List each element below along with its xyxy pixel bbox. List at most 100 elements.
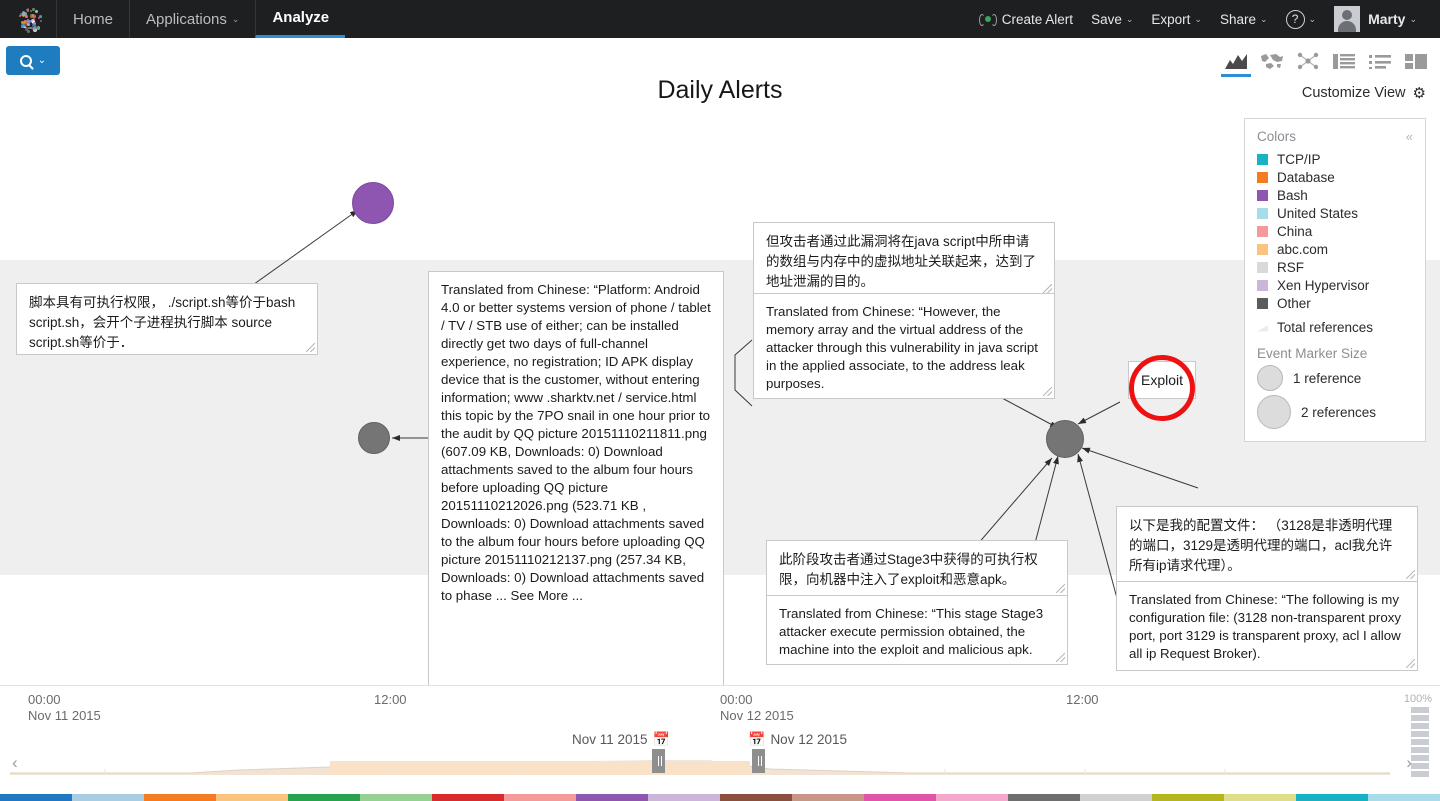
chevron-down-icon: ⌄ [1194, 13, 1202, 24]
legend-row-china[interactable]: China [1257, 222, 1413, 240]
legend-row-label: Xen Hypervisor [1277, 277, 1370, 293]
chevron-down-icon: ⌄ [1409, 13, 1417, 24]
create-alert-button[interactable]: Create Alert [971, 0, 1082, 38]
scrubber-handle-start[interactable] [652, 749, 665, 773]
top-navigation-bar: Home Applications ⌄ Analyze Create Alert… [0, 0, 1440, 38]
zoom-slider[interactable] [1411, 707, 1429, 779]
nav-right-group: Create Alert Save ⌄ Export ⌄ Share ⌄ ? ⌄… [971, 0, 1440, 38]
exploit-highlight-ring [1129, 355, 1195, 421]
customize-view-button[interactable]: Customize View ⚙ [1302, 84, 1426, 102]
list-icon [1333, 53, 1355, 69]
legend-row-label: United States [1277, 205, 1359, 221]
annotation-stage3-cn[interactable]: 此阶段攻击者通过Stage3中获得的可执行权限，向机器中注入了exploit和恶… [766, 540, 1068, 596]
dashboard-icon [1405, 53, 1427, 69]
color-band-segment [576, 794, 648, 801]
annotation-proxy-config-translated[interactable]: Translated from Chinese: “The following … [1116, 581, 1418, 671]
nav-item-home[interactable]: Home [56, 0, 129, 38]
color-band-segment [1080, 794, 1152, 801]
chevron-up-icon[interactable]: « [1406, 129, 1413, 144]
graph-node-other-right[interactable] [1046, 420, 1084, 458]
annotation-text: 以下是我的配置文件： （3128是非透明代理的端口，3129是透明代理的端口，a… [1129, 518, 1393, 573]
legend-total-references-label: Total references [1277, 319, 1374, 335]
annotation-proxy-config-cn[interactable]: 以下是我的配置文件： （3128是非透明代理的端口，3129是透明代理的端口，a… [1116, 506, 1418, 582]
view-mode-compact-list-button[interactable] [1362, 45, 1398, 77]
marker-size-label: 2 references [1301, 404, 1377, 420]
share-menu[interactable]: Share ⌄ [1211, 0, 1277, 38]
avatar [1334, 6, 1361, 32]
tick-time: 00:00 [28, 692, 61, 707]
create-alert-label: Create Alert [1001, 11, 1074, 27]
time-axis-tick: 00:00 Nov 12 2015 [720, 692, 794, 724]
legend-row-bash[interactable]: Bash [1257, 186, 1413, 204]
recorded-future-logo[interactable] [0, 0, 56, 38]
nav-item-home-label: Home [73, 10, 114, 28]
legend-total-references-row[interactable]: Total references [1257, 318, 1413, 336]
annotation-android-platform-translated[interactable]: Translated from Chinese: “Platform: Andr… [428, 271, 724, 685]
tick-date: Nov 12 2015 [720, 708, 794, 723]
alert-broadcast-icon [978, 13, 997, 26]
range-start-label: Nov 11 2015 [572, 732, 648, 747]
tick-date: Nov 11 2015 [28, 708, 101, 723]
nav-item-analyze[interactable]: Analyze [255, 0, 346, 38]
annotation-text: Translated from Chinese: “This stage Sta… [779, 606, 1044, 657]
annotation-stage3-translated[interactable]: Translated from Chinese: “This stage Sta… [766, 595, 1068, 665]
view-mode-network-button[interactable] [1290, 45, 1326, 77]
legend-row-tcp-ip[interactable]: TCP/IP [1257, 150, 1413, 168]
annotation-text: Translated from Chinese: “However, the m… [766, 304, 1038, 391]
save-label: Save [1091, 11, 1122, 27]
color-band-segment [288, 794, 360, 801]
legend-row-abc-com[interactable]: abc.com [1257, 240, 1413, 258]
legend-panel[interactable]: Colors « TCP/IP Database Bash United States… [1244, 118, 1426, 442]
color-band-segment [648, 794, 720, 801]
color-band-segment [936, 794, 1008, 801]
annotation-bash-script-cn[interactable]: 脚本具有可执行权限， ./script.sh等价于bash script.sh，… [16, 283, 318, 355]
view-mode-toolbar [1218, 45, 1434, 77]
legend-row-other[interactable]: Other [1257, 294, 1413, 312]
help-menu[interactable]: ? ⌄ [1277, 0, 1326, 38]
legend-row-rsf[interactable]: RSF [1257, 258, 1413, 276]
color-swatch-icon [1257, 279, 1268, 291]
export-label: Export [1151, 11, 1191, 27]
view-mode-chart-button[interactable] [1218, 45, 1254, 77]
color-band-segment [1008, 794, 1080, 801]
annotation-text: Translated from Chinese: “Platform: Andr… [441, 282, 711, 603]
network-icon [1297, 52, 1319, 70]
color-band-segment [504, 794, 576, 801]
search-button[interactable]: ⌄ [6, 46, 60, 75]
legend-row-label: China [1277, 223, 1313, 239]
scrubber-sparkline [10, 760, 1390, 775]
view-mode-list-button[interactable] [1326, 45, 1362, 77]
legend-row-label: RSF [1277, 259, 1304, 275]
graph-canvas[interactable]: 脚本具有可执行权限， ./script.sh等价于bash script.sh，… [0, 110, 1440, 685]
time-axis-tick: 12:00 [374, 692, 407, 708]
color-band-segment [720, 794, 792, 801]
calendar-icon[interactable]: 📅 [653, 731, 670, 748]
range-end-date[interactable]: 📅 Nov 12 2015 [748, 731, 847, 748]
legend-row-database[interactable]: Database [1257, 168, 1413, 186]
marker-size-row: 1 reference [1257, 365, 1413, 391]
legend-row-united-states[interactable]: United States [1257, 204, 1413, 222]
nav-item-applications[interactable]: Applications ⌄ [129, 0, 255, 38]
chevron-down-icon: ⌄ [1260, 13, 1268, 24]
tick-time: 12:00 [1066, 692, 1099, 707]
annotation-memory-leak-cn[interactable]: 但攻击者通过此漏洞将在java script中所申请的数组与内存中的虚拟地址关联… [753, 222, 1055, 296]
calendar-icon[interactable]: 📅 [748, 731, 765, 748]
color-swatch-icon [1257, 225, 1268, 237]
export-menu[interactable]: Export ⌄ [1142, 0, 1211, 38]
annotation-text: Translated from Chinese: “The following … [1129, 592, 1402, 661]
range-start-date[interactable]: Nov 11 2015 📅 [572, 731, 670, 748]
view-mode-dashboard-button[interactable] [1398, 45, 1434, 77]
tick-time: 12:00 [374, 692, 407, 707]
graph-node-other-left[interactable] [358, 422, 390, 454]
view-mode-map-button[interactable] [1254, 45, 1290, 77]
scrubber-handle-end[interactable] [752, 749, 765, 773]
legend-row-xen-hypervisor[interactable]: Xen Hypervisor [1257, 276, 1413, 294]
graph-node-bash[interactable] [352, 182, 394, 224]
legend-row-label: Other [1277, 295, 1311, 311]
save-menu[interactable]: Save ⌄ [1082, 0, 1142, 38]
marker-size-label: 1 reference [1293, 370, 1362, 386]
time-range-scrubber[interactable]: ‹ › Nov 11 2015 📅 📅 Nov 12 2015 [0, 727, 1440, 777]
annotation-memory-leak-translated[interactable]: Translated from Chinese: “However, the m… [753, 293, 1055, 399]
user-menu[interactable]: Marty ⌄ [1325, 0, 1426, 38]
user-name-label: Marty [1368, 11, 1406, 27]
